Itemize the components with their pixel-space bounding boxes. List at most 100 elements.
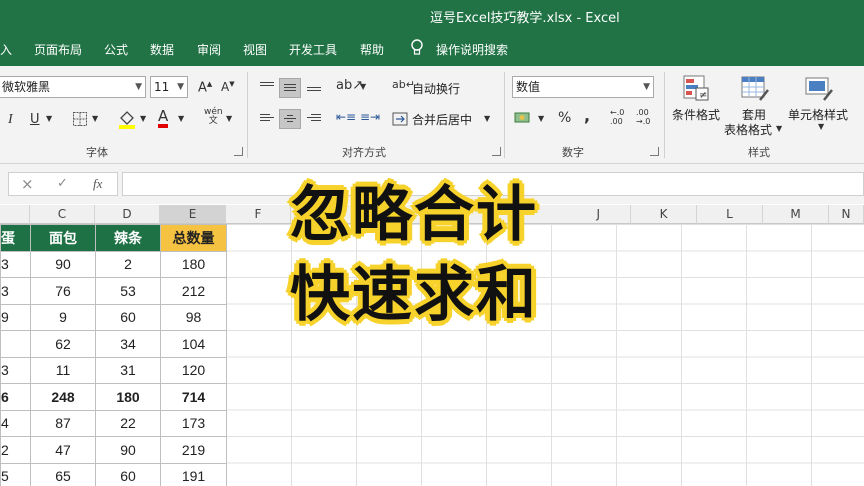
table-cell[interactable]: 212 [160,277,227,305]
chevron-down-icon[interactable]: ▼ [484,114,490,123]
table-cell[interactable]: 180 [95,383,161,411]
table-cell[interactable]: 62 [30,330,96,358]
accounting-format-icon[interactable] [514,110,532,126]
header-cell[interactable]: 面包 [30,224,96,252]
table-cell[interactable]: 3 [0,250,31,278]
font-color-button[interactable]: A [158,108,169,128]
table-cell[interactable]: 22 [95,409,161,437]
align-center-button[interactable] [279,109,301,129]
chevron-down-icon[interactable]: ▼ [226,114,232,123]
align-right-button[interactable] [303,109,325,129]
header-cell[interactable]: 辣条 [95,224,161,252]
tab-view[interactable]: 视图 [243,41,267,58]
table-cell[interactable]: 34 [95,330,161,358]
bottom-align-button[interactable] [303,78,325,98]
comma-style-button[interactable]: , [584,106,590,125]
chevron-down-icon[interactable]: ▼ [140,114,146,123]
italic-button[interactable]: I [8,112,13,128]
table-cell[interactable]: 60 [95,462,161,486]
table-cell[interactable]: 98 [160,303,227,331]
table-cell[interactable]: 76 [30,277,96,305]
table-cell[interactable]: 9 [30,303,96,331]
table-cell[interactable]: 90 [95,436,161,464]
table-cell[interactable]: 191 [160,462,227,486]
table-cell[interactable]: 6 [0,383,31,411]
top-align-button[interactable] [256,78,278,98]
table-cell[interactable]: 5 [0,462,31,486]
column-header-f[interactable]: F [226,205,291,224]
total-header-cell[interactable]: 总数量 [160,224,227,252]
table-cell[interactable]: 219 [160,436,227,464]
percent-style-button[interactable]: % [558,110,571,126]
enter-icon[interactable]: ✓ [57,176,68,191]
table-cell[interactable]: 120 [160,356,227,384]
tab-developer[interactable]: 开发工具 [289,41,337,58]
table-cell[interactable]: 60 [95,303,161,331]
column-header-k[interactable]: K [631,205,697,224]
tab-page-layout[interactable]: 页面布局 [34,41,82,58]
table-cell[interactable]: 173 [160,409,227,437]
chevron-down-icon[interactable]: ▼ [538,114,544,123]
table-cell[interactable]: 53 [95,277,161,305]
column-header-d[interactable]: D [95,205,160,224]
shrink-font-button[interactable]: A▼ [221,80,235,94]
chevron-down-icon[interactable]: ▼ [360,82,366,91]
tab-formulas[interactable]: 公式 [104,41,128,58]
table-cell[interactable]: 248 [30,383,96,411]
table-cell[interactable]: 3 [0,277,31,305]
font-size-box[interactable]: 11 ▼ [150,76,188,98]
decrease-decimal-button[interactable]: .00 →.0 [636,108,650,126]
alignment-dialog-launcher-icon[interactable] [492,147,501,156]
column-header-l[interactable]: L [697,205,763,224]
decrease-indent-icon[interactable]: ⇤≡ [336,110,356,124]
tab-help[interactable]: 帮助 [360,41,384,58]
fill-color-icon[interactable] [117,108,137,130]
table-cell[interactable]: 31 [95,356,161,384]
table-cell[interactable]: 11 [30,356,96,384]
table-cell[interactable]: 65 [30,462,96,486]
font-name-box[interactable]: 微软雅黑 ▼ [0,76,146,98]
chevron-down-icon[interactable]: ▼ [818,122,824,131]
column-header-c[interactable]: C [30,205,95,224]
align-left-button[interactable] [256,109,278,129]
underline-button[interactable]: U [30,112,40,127]
font-dialog-launcher-icon[interactable] [234,147,243,156]
increase-indent-icon[interactable]: ≡⇥ [360,110,380,124]
merge-center-button[interactable]: 合并后居中 [412,111,472,128]
table-cell[interactable]: 2 [0,436,31,464]
chevron-down-icon[interactable]: ▼ [92,114,98,123]
phonetic-guide-button[interactable]: wén 文 [204,108,223,126]
table-cell[interactable]: 3 [0,356,31,384]
table-cell[interactable]: 9 [0,303,31,331]
chevron-down-icon[interactable]: ▼ [46,114,52,123]
column-header-e[interactable]: E [160,205,226,224]
cell-styles-button[interactable]: 单元格样式 [788,106,848,123]
column-header-b[interactable] [0,205,30,224]
chevron-down-icon[interactable]: ▼ [776,124,782,133]
number-format-box[interactable]: 数值 ▼ [512,76,654,98]
table-cell[interactable]: 104 [160,330,227,358]
table-cell[interactable]: 4 [0,409,31,437]
number-dialog-launcher-icon[interactable] [650,147,659,156]
format-as-table-line2[interactable]: 表格格式 [724,121,772,138]
increase-decimal-button[interactable]: ←.0 .00 [610,108,624,126]
table-cell[interactable]: 714 [160,383,227,411]
table-cell[interactable]: 90 [30,250,96,278]
tab-review[interactable]: 审阅 [197,41,221,58]
column-header-n[interactable]: N [829,205,864,224]
grow-font-button[interactable]: A▲ [198,80,212,95]
table-cell[interactable] [0,330,31,358]
table-cell[interactable]: 180 [160,250,227,278]
cancel-icon[interactable]: × [21,175,34,193]
conditional-formatting-button[interactable]: 条件格式 [672,106,720,123]
column-header-m[interactable]: M [763,205,829,224]
chevron-down-icon[interactable]: ▼ [178,114,184,123]
middle-align-button[interactable] [279,78,301,98]
tab-insert[interactable]: 入 [0,41,12,58]
insert-function-icon[interactable]: fx [93,176,102,192]
header-cell[interactable]: 蛋 [0,224,31,252]
wrap-text-button[interactable]: 自动换行 [412,80,460,97]
tell-me-search[interactable]: 操作说明搜索 [436,41,508,58]
table-cell[interactable]: 47 [30,436,96,464]
tab-data[interactable]: 数据 [150,41,174,58]
